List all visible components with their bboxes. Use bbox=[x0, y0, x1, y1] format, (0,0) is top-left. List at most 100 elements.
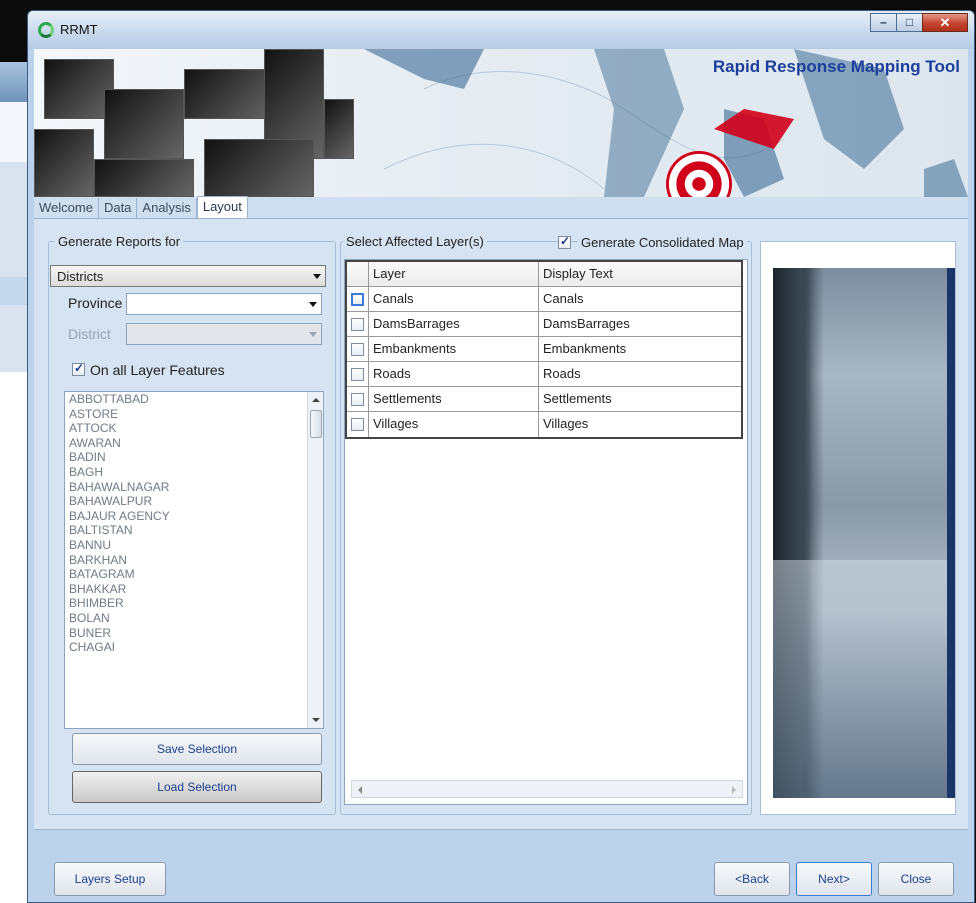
header-display-text[interactable]: Display Text bbox=[539, 262, 741, 286]
list-item[interactable]: BHAKKAR bbox=[65, 582, 323, 597]
list-item[interactable]: BAGH bbox=[65, 465, 323, 480]
cubes-graphic bbox=[34, 49, 354, 197]
all-features-checkbox[interactable] bbox=[72, 361, 85, 376]
save-selection-button[interactable]: Save Selection bbox=[72, 733, 322, 765]
list-item[interactable]: AWARAN bbox=[65, 436, 323, 451]
row-select-cell bbox=[347, 312, 369, 336]
close-window-button[interactable]: ✕ bbox=[922, 13, 968, 32]
photo-edge bbox=[947, 268, 955, 798]
layer-checkbox[interactable] bbox=[351, 418, 364, 431]
list-item[interactable]: BOLAN bbox=[65, 611, 323, 626]
chevron-down-icon bbox=[309, 332, 317, 337]
all-features-label: On all Layer Features bbox=[90, 362, 225, 378]
district-select[interactable] bbox=[126, 323, 322, 345]
analysis-panel: Generate Reports for Districts Province … bbox=[34, 219, 968, 829]
app-banner: Rapid Response Mapping Tool bbox=[34, 49, 968, 197]
layer-cell[interactable]: Villages bbox=[369, 412, 539, 437]
layer-checkbox[interactable] bbox=[351, 318, 364, 331]
layer-checkbox[interactable] bbox=[351, 293, 364, 306]
scroll-right-icon[interactable] bbox=[732, 786, 736, 794]
load-selection-button[interactable]: Load Selection bbox=[72, 771, 322, 803]
list-item[interactable]: CHAGAI bbox=[65, 640, 323, 655]
layer-cell[interactable]: Embankments bbox=[369, 337, 539, 361]
rrmt-window: RRMT – □ ✕ Rapid Response Mapping Tool W… bbox=[27, 10, 975, 903]
banner-title: Rapid Response Mapping Tool bbox=[712, 57, 960, 76]
list-item[interactable]: BHIMBER bbox=[65, 596, 323, 611]
list-item[interactable]: BAJAUR AGENCY bbox=[65, 509, 323, 524]
list-item[interactable]: BADIN bbox=[65, 450, 323, 465]
row-select-cell bbox=[347, 287, 369, 311]
list-item[interactable]: BANNU bbox=[65, 538, 323, 553]
report-type-value: Districts bbox=[57, 269, 104, 284]
title-bar[interactable]: RRMT – □ ✕ bbox=[28, 11, 974, 49]
close-button[interactable]: Close bbox=[878, 862, 954, 896]
row-select-cell bbox=[347, 387, 369, 411]
chevron-down-icon bbox=[313, 274, 321, 279]
list-item[interactable]: ATTOCK bbox=[65, 421, 323, 436]
tab-analysis[interactable]: Analysis bbox=[137, 198, 197, 218]
layer-cell[interactable]: Roads bbox=[369, 362, 539, 386]
row-select-cell bbox=[347, 337, 369, 361]
list-item[interactable]: ABBOTTABAD bbox=[65, 392, 323, 407]
table-row[interactable]: Roads Roads bbox=[347, 362, 741, 387]
flood-photo-frame bbox=[760, 241, 956, 815]
display-text-cell[interactable]: Settlements bbox=[539, 387, 741, 411]
layer-checkbox[interactable] bbox=[351, 393, 364, 406]
layers-group-label: Select Affected Layer(s) bbox=[343, 234, 487, 249]
maximize-button[interactable]: □ bbox=[896, 13, 923, 32]
scroll-thumb[interactable] bbox=[310, 410, 322, 438]
header-select bbox=[347, 262, 369, 286]
district-list-scrollbar[interactable] bbox=[307, 392, 323, 728]
list-item[interactable]: ASTORE bbox=[65, 407, 323, 422]
layers-table-body: Canals Canals DamsBarrages DamsBarrages Emba… bbox=[347, 287, 741, 437]
layers-setup-button[interactable]: Layers Setup bbox=[54, 862, 166, 896]
province-label: Province bbox=[68, 295, 123, 311]
row-select-cell bbox=[347, 412, 369, 437]
close-icon: ✕ bbox=[939, 15, 951, 30]
scroll-up-icon[interactable] bbox=[312, 398, 320, 402]
layers-table: Layer Display Text Canals Canals DamsBarra… bbox=[345, 260, 743, 439]
layer-checkbox[interactable] bbox=[351, 368, 364, 381]
tab-data[interactable]: Data bbox=[99, 198, 138, 218]
list-item[interactable]: BAHAWALPUR bbox=[65, 494, 323, 509]
scroll-down-icon[interactable] bbox=[312, 718, 320, 722]
table-row[interactable]: Villages Villages bbox=[347, 412, 741, 437]
tab-welcome[interactable]: Welcome bbox=[34, 198, 99, 218]
display-text-cell[interactable]: Roads bbox=[539, 362, 741, 386]
header-layer[interactable]: Layer bbox=[369, 262, 539, 286]
layers-grid: Layer Display Text Canals Canals DamsBarra… bbox=[344, 259, 748, 805]
list-item[interactable]: BALTISTAN bbox=[65, 523, 323, 538]
table-row[interactable]: Settlements Settlements bbox=[347, 387, 741, 412]
district-list-items: ABBOTTABAD ASTORE ATTOCK AWARAN BADIN BAGH BAH… bbox=[65, 392, 323, 655]
consolidated-map-checkbox[interactable] bbox=[558, 234, 571, 249]
district-list[interactable]: ABBOTTABAD ASTORE ATTOCK AWARAN BADIN BAGH BAH… bbox=[64, 391, 324, 729]
reports-group-label: Generate Reports for bbox=[55, 234, 184, 249]
consolidated-map-label: Generate Consolidated Map bbox=[578, 235, 747, 250]
display-text-cell[interactable]: DamsBarrages bbox=[539, 312, 741, 336]
display-text-cell[interactable]: Canals bbox=[539, 287, 741, 311]
province-select[interactable] bbox=[126, 293, 322, 315]
table-row[interactable]: Embankments Embankments bbox=[347, 337, 741, 362]
display-text-cell[interactable]: Villages bbox=[539, 412, 741, 437]
next-button[interactable]: Next> bbox=[796, 862, 872, 896]
layer-cell[interactable]: Settlements bbox=[369, 387, 539, 411]
list-item[interactable]: BUNER bbox=[65, 626, 323, 641]
layer-cell[interactable]: Canals bbox=[369, 287, 539, 311]
back-button[interactable]: <Back bbox=[714, 862, 790, 896]
footer-bar: Layers Setup <Back Next> Close bbox=[34, 829, 968, 902]
layer-checkbox[interactable] bbox=[351, 343, 364, 356]
display-text-cell[interactable]: Embankments bbox=[539, 337, 741, 361]
tab-layout[interactable]: Layout bbox=[196, 196, 248, 218]
layers-table-header: Layer Display Text bbox=[347, 262, 741, 287]
list-item[interactable]: BAHAWALNAGAR bbox=[65, 480, 323, 495]
layer-cell[interactable]: DamsBarrages bbox=[369, 312, 539, 336]
minimize-button[interactable]: – bbox=[870, 13, 897, 32]
district-label: District bbox=[68, 326, 111, 342]
layers-grid-hscrollbar[interactable] bbox=[351, 780, 743, 798]
table-row[interactable]: DamsBarrages DamsBarrages bbox=[347, 312, 741, 337]
table-row[interactable]: Canals Canals bbox=[347, 287, 741, 312]
list-item[interactable]: BARKHAN bbox=[65, 553, 323, 568]
report-type-select[interactable]: Districts bbox=[50, 265, 326, 287]
list-item[interactable]: BATAGRAM bbox=[65, 567, 323, 582]
scroll-left-icon[interactable] bbox=[358, 786, 362, 794]
